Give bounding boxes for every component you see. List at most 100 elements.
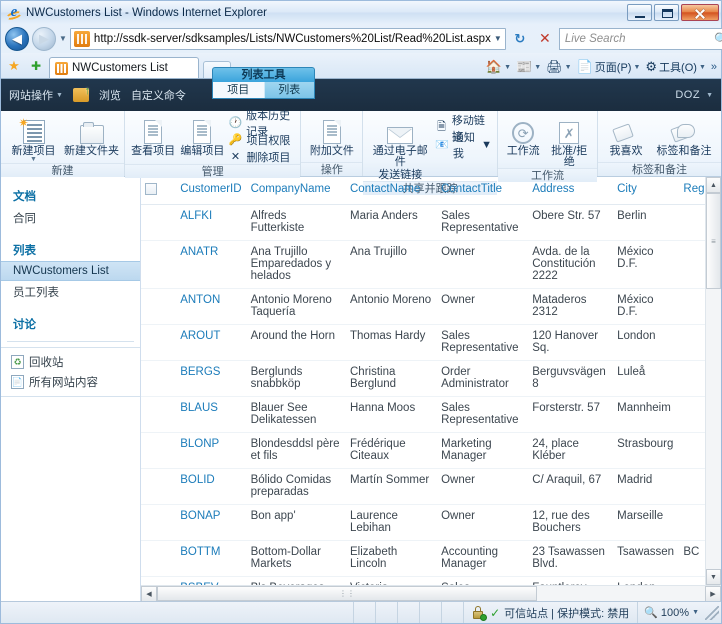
tags-notes-button[interactable]: 标签和备注 bbox=[652, 114, 716, 157]
column-header-companyname[interactable]: CompanyName bbox=[246, 177, 346, 205]
search-input[interactable]: Live Search bbox=[560, 33, 714, 45]
cell-customerid-link[interactable]: BOTTM bbox=[180, 546, 220, 558]
sidebar-heading-discussions[interactable]: 讨论 bbox=[1, 313, 140, 335]
column-header-customerid[interactable]: CustomerID bbox=[176, 177, 247, 205]
tab-items[interactable]: 项目 bbox=[213, 82, 264, 98]
alert-me-dropdown-icon[interactable]: ▼ bbox=[481, 139, 492, 151]
cell-customerid[interactable]: AROUT bbox=[176, 324, 247, 361]
cell-customerid[interactable]: BOTTM bbox=[176, 540, 247, 577]
close-button[interactable] bbox=[681, 4, 719, 21]
forward-button[interactable]: ▶ bbox=[32, 26, 56, 51]
cell-customerid-link[interactable]: AROUT bbox=[180, 330, 220, 342]
tools-menu-button[interactable]: ⚙ 工具(O) ▼ bbox=[643, 59, 707, 75]
table-row[interactable]: BOLID Bólido Comidas preparadas Martín S… bbox=[141, 468, 705, 505]
page-caret-icon[interactable]: ▼ bbox=[633, 64, 640, 71]
table-row[interactable]: BSBEV B's Beverages Victoria Ashworth Sa… bbox=[141, 576, 705, 585]
version-history-button[interactable]: 🕐 版本历史记录 bbox=[228, 110, 295, 138]
site-actions-menu[interactable]: 网站操作 ▼ bbox=[9, 87, 63, 103]
zoom-caret-icon[interactable]: ▼ bbox=[692, 609, 699, 616]
sidebar-item-all-site-content[interactable]: 📄 所有网站内容 bbox=[1, 372, 140, 392]
table-row[interactable]: BONAP Bon app' Laurence Lebihan Owner 12… bbox=[141, 504, 705, 541]
table-row[interactable]: ALFKI Alfreds Futterkiste Maria Anders S… bbox=[141, 204, 705, 241]
new-item-button[interactable]: ✷ 新建项目 ▼ bbox=[6, 114, 61, 163]
cell-customerid-link[interactable]: BOLID bbox=[180, 474, 215, 486]
cell-customerid-link[interactable]: ANATR bbox=[180, 246, 218, 258]
sidebar-item-nwcustomers-list[interactable]: NWCustomers List bbox=[1, 261, 140, 281]
table-row[interactable]: ANTON Antonio Moreno Taquería Antonio Mo… bbox=[141, 288, 705, 325]
zoom-control[interactable]: 🔍 100% ▼ bbox=[638, 602, 705, 623]
scroll-up-button[interactable]: ▲ bbox=[706, 177, 721, 193]
i-like-it-button[interactable]: 我喜欢 bbox=[603, 114, 649, 157]
scroll-right-button[interactable]: ▶ bbox=[705, 586, 721, 602]
column-header-contactname[interactable]: ContactName bbox=[346, 177, 438, 205]
table-row[interactable]: BOTTM Bottom-Dollar Markets Elizabeth Li… bbox=[141, 540, 705, 577]
overflow-chevron-icon[interactable]: » bbox=[709, 61, 717, 73]
cell-customerid-link[interactable]: BERGS bbox=[180, 366, 220, 378]
sidebar-item-contracts[interactable]: 合同 bbox=[1, 207, 140, 229]
cell-customerid-link[interactable]: BLAUS bbox=[180, 402, 218, 414]
column-header-region[interactable]: Reg bbox=[679, 177, 705, 205]
horizontal-scrollbar[interactable]: ◀ ⋮⋮ ▶ bbox=[141, 585, 721, 602]
home-caret-icon[interactable]: ▼ bbox=[504, 64, 511, 71]
history-dropdown-button[interactable]: ▼ bbox=[59, 34, 67, 43]
scroll-left-button[interactable]: ◀ bbox=[141, 586, 157, 602]
approve-reject-button[interactable]: ✗ 批准/拒绝 bbox=[546, 114, 592, 168]
cell-customerid[interactable]: BLAUS bbox=[176, 396, 247, 433]
stop-button[interactable]: ✕ bbox=[534, 28, 556, 50]
view-item-button[interactable]: 查看项目 bbox=[130, 114, 176, 157]
page-menu-button[interactable]: 📄 页面(P) ▼ bbox=[575, 59, 643, 75]
horizontal-scroll-thumb[interactable]: ⋮⋮ bbox=[157, 586, 537, 601]
magnifier-icon[interactable]: 🔍 bbox=[714, 32, 722, 46]
table-row[interactable]: AROUT Around the Horn Thomas Hardy Sales… bbox=[141, 324, 705, 361]
tab-browse[interactable]: 浏览 bbox=[99, 87, 121, 103]
sharepoint-user-menu[interactable]: DOZ ▼ bbox=[675, 79, 721, 111]
column-header-address[interactable]: Address bbox=[528, 177, 614, 205]
cell-customerid[interactable]: BERGS bbox=[176, 360, 247, 397]
resize-grip[interactable] bbox=[705, 605, 719, 620]
attach-file-button[interactable]: 附加文件 bbox=[306, 114, 357, 157]
url-input[interactable]: http://ssdk-server/sdksamples/Lists/NWCu… bbox=[94, 33, 491, 45]
browser-tab[interactable]: NWCustomers List bbox=[49, 57, 199, 78]
table-row[interactable]: BERGS Berglunds snabbköp Christina Bergl… bbox=[141, 360, 705, 397]
sidebar-heading-lists[interactable]: 列表 bbox=[1, 239, 140, 261]
cell-customerid[interactable]: BSBEV bbox=[176, 576, 247, 585]
star-plus-icon[interactable]: ✚ bbox=[27, 57, 45, 75]
print-button[interactable]: 🖨 ▼ bbox=[544, 59, 573, 75]
workflow-button[interactable]: ⟳ 工作流 bbox=[503, 114, 543, 157]
vertical-scrollbar[interactable]: ▲ ≡ ▼ bbox=[705, 177, 721, 585]
table-row[interactable]: BLAUS Blauer See Delikatessen Hanna Moos… bbox=[141, 396, 705, 433]
tab-list[interactable]: 列表 bbox=[263, 82, 314, 98]
minimize-button[interactable] bbox=[627, 4, 652, 21]
vertical-scroll-track[interactable]: ≡ bbox=[706, 193, 721, 569]
url-bar[interactable]: http://ssdk-server/sdksamples/Lists/NWCu… bbox=[69, 27, 506, 50]
cell-customerid-link[interactable]: BLONP bbox=[180, 438, 219, 450]
feeds-button[interactable]: 📰 ▼ bbox=[514, 59, 543, 75]
home-button[interactable]: 🏠 ▼ bbox=[484, 59, 513, 75]
upload-icon[interactable] bbox=[72, 85, 90, 102]
security-zone[interactable]: ✓ 可信站点 | 保护模式: 禁用 bbox=[464, 602, 639, 623]
cell-customerid-link[interactable]: BSBEV bbox=[180, 582, 218, 585]
table-row[interactable]: ANATR Ana Trujillo Emparedados y helados… bbox=[141, 240, 705, 289]
sidebar-heading-documents[interactable]: 文档 bbox=[1, 185, 140, 207]
vertical-scroll-thumb[interactable]: ≡ bbox=[706, 193, 721, 289]
cell-customerid[interactable]: BONAP bbox=[176, 504, 247, 541]
email-link-button[interactable]: 通过电子邮件 发送链接 bbox=[368, 114, 432, 181]
search-box[interactable]: Live Search 🔍 ▼ bbox=[558, 27, 722, 50]
cell-customerid-link[interactable]: ALFKI bbox=[180, 210, 212, 222]
sidebar-item-recycle-bin[interactable]: ♻ 回收站 bbox=[1, 352, 140, 372]
horizontal-scroll-track[interactable]: ⋮⋮ bbox=[157, 586, 705, 601]
select-all-checkbox[interactable] bbox=[145, 183, 157, 195]
maximize-button[interactable] bbox=[654, 4, 679, 21]
tab-custom-commands[interactable]: 自定义命令 bbox=[131, 87, 186, 103]
refresh-button[interactable]: ↻ bbox=[509, 28, 531, 50]
table-row[interactable]: BLONP Blondesddsl père et fils Frédériqu… bbox=[141, 432, 705, 469]
back-button[interactable]: ◀ bbox=[5, 26, 29, 51]
cell-customerid[interactable]: ANTON bbox=[176, 288, 247, 325]
edit-item-button[interactable]: 编辑项目 bbox=[179, 114, 225, 157]
cell-customerid[interactable]: ALFKI bbox=[176, 204, 247, 241]
column-header-contacttitle[interactable]: ContactTitle bbox=[437, 177, 529, 205]
column-header-city[interactable]: City bbox=[613, 177, 680, 205]
cell-customerid[interactable]: ANATR bbox=[176, 240, 247, 289]
favorites-icon[interactable]: ★ bbox=[5, 57, 23, 75]
scroll-down-button[interactable]: ▼ bbox=[706, 569, 721, 585]
